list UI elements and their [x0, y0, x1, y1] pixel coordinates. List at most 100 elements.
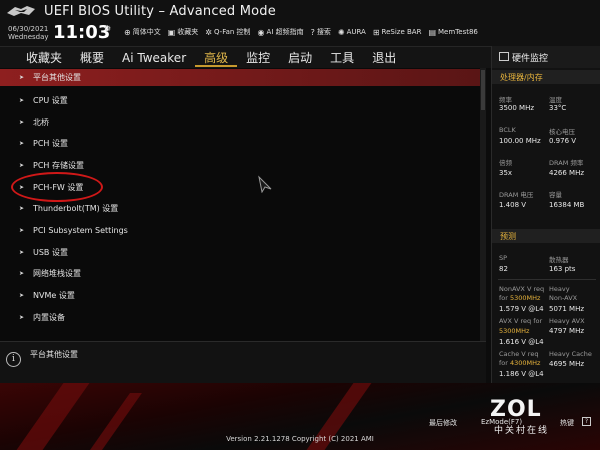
watermark-logo: ZOL [490, 397, 542, 422]
arrow-right-icon: ➤ [19, 118, 25, 126]
arrow-right-icon: ➤ [19, 313, 25, 321]
language-button[interactable]: ⊕ 简体中文 [124, 27, 161, 37]
label-dram-voltage: DRAM 电压 [499, 191, 534, 199]
aura-icon: ✺ [337, 27, 345, 37]
value-sp: 82 [499, 265, 508, 273]
resize-bar-button[interactable]: ⊞ ReSize BAR [373, 27, 422, 37]
label-avx-freq: 5300MHz [499, 327, 530, 335]
monitor-icon [499, 52, 509, 61]
aura-button[interactable]: ✺ AURA [338, 27, 366, 37]
list-item-cpu[interactable]: ➤ CPU 设置 [0, 91, 480, 109]
section-prediction: 预测 [492, 229, 600, 243]
memtest-icon: ▤ [428, 27, 437, 37]
value-cooler: 163 pts [549, 265, 576, 273]
arrow-right-icon: ➤ [19, 96, 25, 104]
settings-list: ➤ 平台其他设置 ➤ CPU 设置 ➤ 北桥 ➤ PCH 设置 ➤ PCH 存储设置 ➤ P… [0, 68, 486, 341]
value-heavy-cache: 4695 MHz [549, 360, 585, 368]
watermark-subtitle: 中关村在线 [494, 426, 550, 436]
label-bclk: BCLK [499, 126, 516, 134]
fan-icon: ✲ [205, 27, 212, 37]
value-avx-vreq: 1.616 V @L4 [499, 338, 544, 346]
list-item-pch[interactable]: ➤ PCH 设置 [0, 134, 480, 152]
label-nonavx-for: for 5300MHz [499, 294, 541, 302]
hardware-monitor-title: 硬件监控 [512, 54, 549, 64]
tab-favorites[interactable]: 收藏夹 [17, 50, 71, 67]
highlight-circle [11, 172, 103, 202]
date-text: 06/30/2021 [8, 25, 49, 33]
toolbar: ⊕ 简体中文 ▣ 收藏夹 ✲ Q-Fan 控制 ◉ AI 超频指南 ? 搜索 ✺ AURA … [124, 27, 478, 37]
qfan-button[interactable]: ✲ Q-Fan 控制 [205, 27, 250, 37]
label-non-avx: Non-AVX [549, 294, 578, 302]
value-temperature: 33°C [549, 104, 567, 112]
tab-tool[interactable]: 工具 [321, 50, 363, 67]
value-dram-voltage: 1.408 V [499, 201, 527, 209]
list-item-onboard-devices[interactable]: ➤ 内置设备 [0, 308, 480, 326]
value-ratio: 35x [499, 169, 513, 177]
arrow-right-icon: ➤ [19, 204, 25, 212]
date-display: 06/30/2021 Wednesday [8, 25, 49, 41]
list-item-nvme[interactable]: ➤ NVMe 设置 [0, 286, 480, 304]
ai-oc-guide-button[interactable]: ◉ AI 超频指南 [258, 27, 304, 37]
value-frequency: 3500 MHz [499, 104, 535, 112]
search-button[interactable]: ? 搜索 [311, 27, 331, 37]
list-item-network-stack[interactable]: ➤ 网络堆栈设置 [0, 264, 480, 282]
label-heavy: Heavy [549, 285, 570, 293]
value-bclk: 100.00 MHz [499, 137, 541, 145]
label-core-voltage: 核心电压 [549, 128, 575, 136]
divider [498, 279, 596, 280]
value-nonavx-vreq: 1.579 V @L4 [499, 305, 544, 313]
arrow-right-icon: ➤ [19, 139, 25, 147]
value-core-voltage: 0.976 V [549, 137, 577, 145]
scrollbar-thumb[interactable] [481, 70, 485, 110]
hardware-monitor-header: 硬件监控 [492, 46, 600, 68]
label-temperature: 温度 [549, 96, 562, 104]
tab-advanced[interactable]: 高级 [195, 50, 238, 67]
label-heavy-cache: Heavy Cache [549, 350, 592, 358]
gear-icon[interactable]: ⚙ [104, 24, 111, 33]
weekday-text: Wednesday [8, 33, 49, 41]
label-dram-frequency: DRAM 频率 [549, 159, 584, 167]
question-icon: ? [310, 27, 315, 37]
label-heavy-avx: Heavy AVX [549, 317, 585, 325]
tab-boot[interactable]: 启动 [279, 50, 321, 67]
value-heavy-avx: 4797 MHz [549, 327, 585, 335]
tab-monitor[interactable]: 监控 [237, 50, 279, 67]
version-text: Version 2.21.1278 Copyright (C) 2021 AMI [226, 435, 374, 443]
label-avx-vreq: AVX V req for [499, 317, 543, 325]
mouse-cursor-icon [258, 175, 272, 193]
arrow-right-icon: ➤ [19, 291, 25, 299]
memtest-button[interactable]: ▤ MemTest86 [428, 27, 477, 37]
tab-exit[interactable]: 退出 [363, 50, 405, 67]
arrow-right-icon: ➤ [19, 226, 25, 234]
resize-bar-icon: ⊞ [372, 27, 380, 37]
hotkeys-button[interactable]: 热键 [560, 418, 574, 428]
hardware-monitor-panel: 硬件监控 处理器/内存 频率 3500 MHz 温度 33°C BCLK 100… [491, 46, 600, 383]
arrow-right-icon: ➤ [19, 269, 25, 277]
window-title: UEFI BIOS Utility – Advanced Mode [44, 4, 276, 19]
list-item-thunderbolt[interactable]: ➤ Thunderbolt(TM) 设置 [0, 199, 480, 217]
star-icon: ▣ [167, 27, 176, 37]
value-heavy-nonavx: 5071 MHz [549, 305, 585, 313]
label-cooler: 散热器 [549, 256, 569, 264]
tab-ai-tweaker[interactable]: Ai Tweaker [113, 50, 195, 67]
arrow-right-icon: ➤ [19, 74, 25, 81]
label-sp: SP [499, 254, 508, 262]
title-bar: UEFI BIOS Utility – Advanced Mode 06/30/… [0, 0, 600, 46]
label-nonavx-vreq: NonAVX V req [499, 285, 545, 293]
tab-main[interactable]: 概要 [71, 50, 113, 67]
question-icon[interactable]: ? [582, 417, 591, 426]
arrow-right-icon: ➤ [19, 161, 25, 169]
label-cache-vreq: Cache V req [499, 350, 539, 358]
list-item-platform-misc[interactable]: ➤ 平台其他设置 [0, 69, 480, 86]
list-item-usb[interactable]: ➤ USB 设置 [0, 243, 480, 261]
rog-logo-icon [7, 6, 35, 16]
footer-bar: 最后修改 EzMode(F7) 热键 ? Version 2.21.1278 C… [0, 383, 600, 450]
list-item-pci-subsystem[interactable]: ➤ PCI Subsystem Settings [0, 221, 480, 239]
favorites-button[interactable]: ▣ 收藏夹 [168, 27, 199, 37]
label-ratio: 倍频 [499, 159, 512, 167]
last-modified-button[interactable]: 最后修改 [429, 418, 457, 428]
list-item-pch-storage[interactable]: ➤ PCH 存储设置 [0, 156, 480, 174]
label-cache-for: for 4300MHz [499, 359, 541, 367]
clock: 11:03 [53, 22, 111, 43]
list-item-northbridge[interactable]: ➤ 北桥 [0, 113, 480, 131]
